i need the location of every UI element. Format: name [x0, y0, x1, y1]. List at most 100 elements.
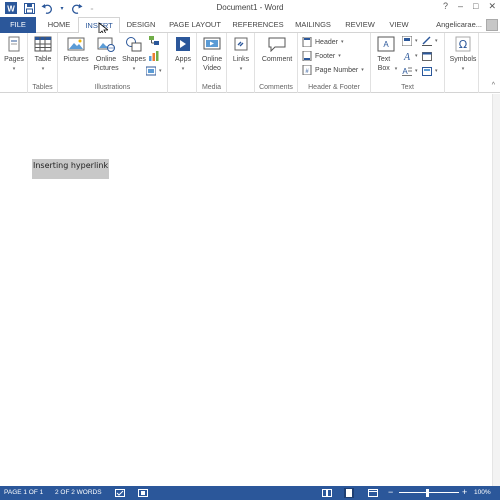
wordart-button[interactable]: A ▾: [402, 51, 418, 61]
group-apps: Apps ▾: [168, 33, 197, 93]
maximize-button[interactable]: □: [473, 1, 478, 12]
title-bar: W ▾ ₌ Document1 - Word ? – □ ✕: [0, 0, 500, 17]
object-icon: [422, 67, 432, 76]
pages-label: Pages: [4, 56, 24, 63]
links-icon: [232, 35, 250, 53]
header-button[interactable]: Header ▾: [302, 37, 343, 47]
online-pictures-label: Online Pictures: [93, 56, 119, 72]
date-time-button[interactable]: [422, 51, 432, 61]
smartart-button[interactable]: [149, 36, 159, 46]
header-caret-icon: ▾: [340, 39, 344, 45]
tab-review[interactable]: REVIEW: [342, 17, 378, 33]
footer-button[interactable]: Footer ▾: [302, 51, 341, 61]
avatar[interactable]: [486, 19, 498, 31]
tab-design[interactable]: DESIGN: [122, 17, 160, 33]
signature-line-button[interactable]: ▾: [422, 36, 438, 46]
window-controls: ? – □ ✕: [443, 1, 496, 12]
links-button[interactable]: Links ▾: [229, 35, 253, 74]
minimize-button[interactable]: –: [458, 1, 463, 12]
wordart-icon: A: [403, 52, 411, 61]
document-text[interactable]: Inserting hyperlink: [33, 161, 108, 170]
pages-caret-icon: ▾: [12, 66, 16, 72]
table-label: Table: [34, 56, 52, 63]
shapes-button[interactable]: Shapes ▾: [121, 35, 147, 74]
screenshot-icon: [146, 66, 156, 76]
group-label-text: Text: [401, 84, 414, 91]
text-box-button[interactable]: A Text Box ▾: [374, 35, 398, 74]
tab-mailings[interactable]: MAILINGS: [292, 17, 334, 33]
pictures-button[interactable]: Pictures: [62, 35, 90, 64]
pages-button[interactable]: Pages ▾: [2, 35, 26, 74]
text-box-icon: A: [377, 35, 395, 53]
collapse-ribbon-icon[interactable]: ^: [492, 82, 495, 89]
group-label-tables: Tables: [32, 84, 53, 91]
svg-text:A: A: [402, 67, 408, 76]
tab-file[interactable]: FILE: [0, 17, 36, 33]
online-video-label: Online Video: [201, 56, 223, 72]
group-label-header-footer: Header & Footer: [308, 84, 360, 91]
date-time-icon: [422, 52, 432, 61]
document-canvas[interactable]: Inserting hyperlink: [0, 94, 500, 486]
footer-icon: [302, 51, 312, 61]
drop-cap-caret-icon: ▾: [415, 68, 418, 74]
print-layout-icon[interactable]: [344, 488, 354, 498]
table-caret-icon: ▾: [41, 66, 45, 72]
comment-button[interactable]: Comment: [258, 35, 296, 64]
page-number-button[interactable]: # Page Number ▾: [302, 65, 364, 75]
zoom-out-button[interactable]: −: [388, 487, 393, 497]
online-video-button[interactable]: Online Video: [199, 35, 225, 73]
zoom-slider-track[interactable]: [399, 492, 459, 493]
links-caret-icon: ▾: [239, 66, 243, 72]
footer-label: Footer: [315, 52, 336, 60]
online-video-icon: [203, 35, 221, 53]
screenshot-button[interactable]: ▾: [146, 66, 162, 76]
header-label: Header: [315, 38, 338, 46]
page-number-caret-icon: ▾: [361, 67, 364, 73]
page-number-label: Page Number: [315, 66, 359, 74]
chart-button[interactable]: [149, 51, 159, 61]
zoom-in-button[interactable]: +: [462, 487, 467, 497]
tab-view[interactable]: VIEW: [386, 17, 412, 33]
proofing-icon[interactable]: [115, 489, 125, 497]
window-title: Document1 - Word: [216, 3, 284, 12]
drop-cap-button[interactable]: A ▾: [402, 66, 418, 76]
symbols-button[interactable]: Ω Symbols ▾: [448, 35, 478, 74]
quick-parts-button[interactable]: ▾: [402, 36, 418, 46]
zoom-slider-thumb[interactable]: [426, 489, 429, 497]
group-label-comments: Comments: [259, 84, 293, 91]
comment-label: Comment: [261, 56, 293, 63]
group-label-illustrations: Illustrations: [94, 84, 131, 91]
ribbon-tabs: FILE HOME INSERT DESIGN PAGE LAYOUT REFE…: [0, 17, 500, 34]
help-button[interactable]: ?: [443, 1, 448, 12]
close-button[interactable]: ✕: [488, 1, 496, 12]
web-layout-icon[interactable]: [368, 489, 378, 497]
apps-caret-icon: ▾: [181, 66, 185, 72]
signature-line-caret-icon: ▾: [435, 38, 438, 44]
table-button[interactable]: Table ▾: [31, 35, 55, 74]
read-mode-icon[interactable]: [322, 489, 332, 497]
group-illustrations: Pictures Online Pictures Shapes ▾ ▾ Illu…: [58, 33, 168, 93]
page-count-status[interactable]: PAGE 1 OF 1: [4, 489, 43, 496]
table-icon: [34, 35, 52, 53]
group-links: Links ▾: [227, 33, 255, 93]
drop-cap-icon: A: [402, 67, 412, 76]
object-button[interactable]: ▾: [422, 66, 438, 76]
tab-page-layout[interactable]: PAGE LAYOUT: [165, 17, 225, 33]
user-name[interactable]: Angelicarae...: [436, 17, 482, 33]
vertical-scrollbar[interactable]: [492, 94, 500, 486]
tab-references[interactable]: REFERENCES: [230, 17, 286, 33]
zoom-level[interactable]: 100%: [474, 489, 491, 496]
word-count-status[interactable]: 2 OF 2 WORDS: [55, 489, 102, 496]
chart-icon: [149, 51, 159, 61]
svg-text:A: A: [383, 40, 389, 49]
online-pictures-button[interactable]: Online Pictures: [91, 35, 121, 73]
tab-home[interactable]: HOME: [42, 17, 76, 33]
ribbon: Pages ▾ Table ▾ Tables Pictures Online P…: [0, 33, 500, 93]
group-pages: Pages ▾: [0, 33, 28, 93]
comment-icon: [268, 35, 286, 53]
object-caret-icon: ▾: [435, 68, 438, 74]
group-comments: Comment Comments: [255, 33, 298, 93]
apps-icon: [174, 35, 192, 53]
macro-record-icon[interactable]: [138, 489, 148, 497]
apps-button[interactable]: Apps ▾: [171, 35, 195, 74]
